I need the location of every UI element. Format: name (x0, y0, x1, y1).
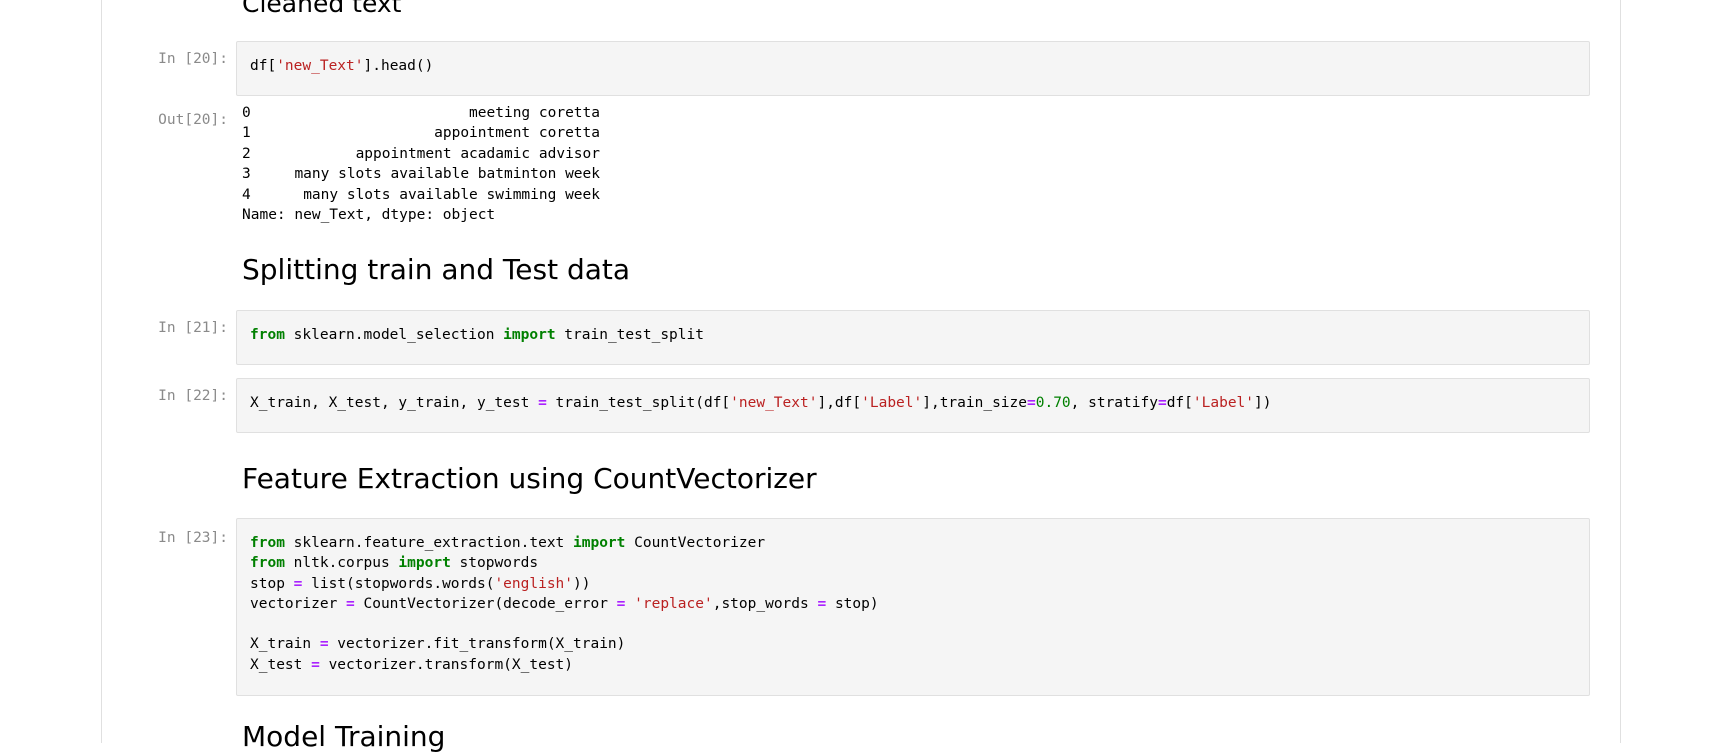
code-cell[interactable]: from sklearn.model_selection import trai… (236, 310, 1590, 365)
code-cell[interactable]: from sklearn.feature_extraction.text imp… (236, 518, 1590, 696)
output-row: 4 many slots available swimming week (242, 186, 600, 203)
code-cell[interactable]: X_train, X_test, y_train, y_test = train… (236, 378, 1590, 433)
heading-splitting-data: Splitting train and Test data (242, 253, 631, 286)
heading-model-training: Model Training (242, 720, 446, 753)
output-row: 2 appointment acadamic advisor (242, 145, 600, 162)
code-editor[interactable]: from sklearn.feature_extraction.text imp… (237, 519, 1589, 689)
code-editor[interactable]: X_train, X_test, y_train, y_test = train… (237, 379, 1589, 427)
input-prompt: In [20]: (158, 51, 228, 67)
input-prompt: In [22]: (158, 388, 228, 404)
code-editor[interactable]: df['new_Text'].head() (237, 42, 1589, 90)
heading-feature-extraction: Feature Extraction using CountVectorizer (242, 462, 817, 495)
heading-cleaned-text: Cleaned text (242, 0, 402, 18)
input-prompt: In [21]: (158, 320, 228, 336)
output-prompt: Out[20]: (158, 112, 228, 128)
code-editor[interactable]: from sklearn.model_selection import trai… (237, 311, 1589, 359)
code-cell[interactable]: df['new_Text'].head() (236, 41, 1590, 96)
output-row: 3 many slots available batminton week (242, 166, 600, 183)
output-row: 1 appointment coretta (242, 125, 600, 142)
output-footer: Name: new_Text, dtype: object (242, 207, 496, 224)
cell-output: 0 meeting coretta 1 appointment coretta 2 app… (242, 103, 600, 225)
input-prompt: In [23]: (158, 530, 228, 546)
output-row: 0 meeting coretta (242, 105, 600, 121)
